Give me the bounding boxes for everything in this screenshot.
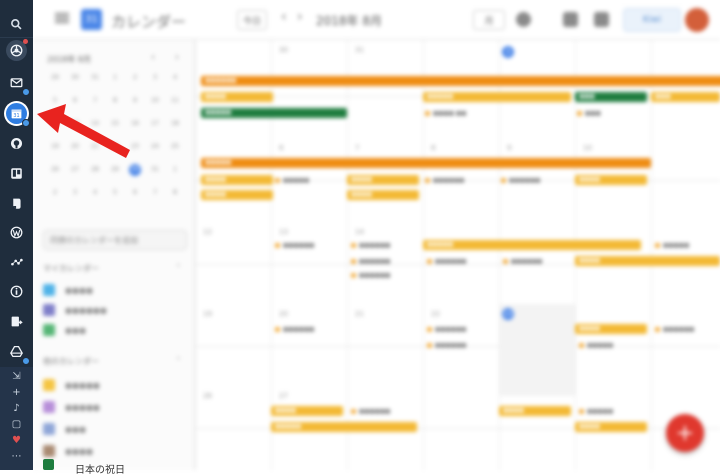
- rail-bottom-tools: ⇲ + ♪ ▢ ♥ ⋯: [0, 367, 33, 470]
- mini-calendar-title: 2018年 8月: [47, 55, 91, 64]
- heart-icon[interactable]: ♥: [11, 435, 22, 446]
- holiday-calendar-label: 日本の祝日: [75, 465, 125, 476]
- plus-icon[interactable]: +: [11, 387, 22, 398]
- svg-text:31: 31: [13, 113, 19, 119]
- chevron-up-icon[interactable]: ⌃: [175, 356, 182, 365]
- search-icon[interactable]: [6, 14, 27, 35]
- add-calendar-input[interactable]: 同僚のカレンダーを追加: [43, 230, 187, 250]
- doc-icon[interactable]: ▢: [11, 419, 22, 430]
- more-icon[interactable]: ⋯: [11, 451, 22, 462]
- chevron-up-icon[interactable]: ⌃: [175, 263, 182, 272]
- analytics-icon[interactable]: [6, 252, 27, 273]
- calendar-app: 31 カレンダー 今日 ‹ › 2018年 8月 月 Kiwi 2018年 8月…: [33, 0, 720, 470]
- calendar-logo: 31: [81, 9, 102, 30]
- trello-icon[interactable]: [6, 163, 27, 184]
- calendar-entry[interactable]: ●●●: [43, 323, 86, 337]
- calendar-entry[interactable]: ●●●●●: [43, 378, 100, 392]
- info-icon[interactable]: [6, 281, 27, 302]
- calendar-topbar: 31 カレンダー 今日 ‹ › 2018年 8月 月 Kiwi: [33, 0, 720, 40]
- settings-icon[interactable]: [594, 12, 609, 27]
- calendar-entry[interactable]: ●●●●●: [43, 400, 100, 414]
- prev-month-icon[interactable]: ‹: [281, 9, 287, 25]
- my-calendars-heading[interactable]: マイカレンダー: [43, 263, 99, 274]
- today-button[interactable]: 今日: [237, 10, 267, 30]
- calendar-entry[interactable]: ●●●●: [43, 283, 93, 297]
- create-event-button[interactable]: +: [666, 414, 704, 452]
- evernote-icon[interactable]: [6, 193, 27, 214]
- month-label: 2018年 8月: [316, 14, 382, 28]
- calendar-icon[interactable]: 31: [6, 103, 30, 127]
- view-switch-button[interactable]: 月: [473, 10, 505, 30]
- next-month-icon[interactable]: ›: [297, 9, 303, 25]
- pro-button[interactable]: Kiwi: [623, 8, 681, 32]
- calendar-entry[interactable]: ●●●●●●: [43, 303, 107, 317]
- apps-icon[interactable]: [563, 12, 578, 27]
- calendar-sidebar: 2018年 8月 ‹ › 29 30 31 1 2 3 4 5 6 7 8 9 10 11 12 13 14…: [33, 40, 195, 470]
- avatar[interactable]: [685, 8, 709, 32]
- move-icon[interactable]: ⇲: [11, 371, 22, 382]
- other-calendars-heading[interactable]: 他のカレンダー: [43, 356, 99, 367]
- wordpress-icon[interactable]: [6, 222, 27, 243]
- app-title: カレンダー: [111, 13, 187, 31]
- share-icon[interactable]: [6, 311, 27, 332]
- calendar-entry[interactable]: ●●●: [43, 422, 86, 436]
- calendar-entry[interactable]: ●●●●: [43, 444, 93, 458]
- drive-icon[interactable]: [6, 341, 30, 365]
- mail-icon[interactable]: [6, 72, 30, 96]
- month-grid: 30 31 3 6 7 8 9 10 12 13 14 19 20 21 22 …: [195, 40, 720, 470]
- mini-prev-icon[interactable]: ‹: [151, 52, 155, 63]
- menu-icon[interactable]: [55, 13, 69, 23]
- mini-next-icon[interactable]: ›: [175, 52, 179, 63]
- help-icon[interactable]: [516, 12, 531, 27]
- github-icon[interactable]: [6, 133, 27, 154]
- chrome-icon[interactable]: [6, 39, 28, 61]
- holiday-checkbox[interactable]: [43, 459, 54, 470]
- bell-icon[interactable]: ♪: [11, 403, 22, 414]
- mini-calendar: 29 30 31 1 2 3 4 5 6 7 8 9 10 11 12 13 14 15 16 17 18 19 20…: [51, 74, 179, 196]
- app-rail: 31 ⇲ + ♪ ▢ ♥ ⋯: [0, 0, 33, 470]
